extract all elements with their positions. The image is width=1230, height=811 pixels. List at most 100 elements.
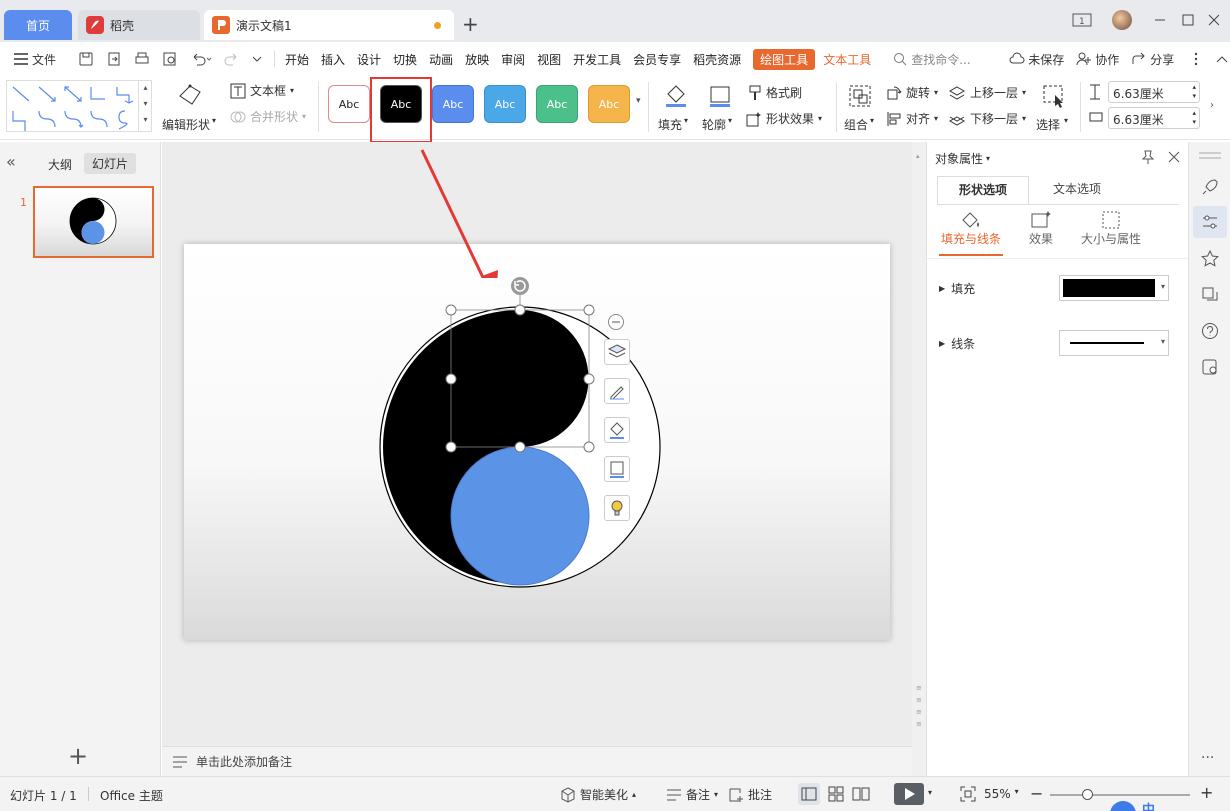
share-button[interactable]: 分享 xyxy=(1131,51,1174,68)
menu-docer-resources[interactable]: 稻壳资源 xyxy=(687,51,747,68)
slide-canvas[interactable] xyxy=(184,244,890,640)
shape-style-orange[interactable]: Abc xyxy=(588,85,630,123)
float-layers-icon[interactable] xyxy=(604,339,630,365)
menu-insert[interactable]: 插入 xyxy=(315,51,351,68)
settings-badge-icon[interactable] xyxy=(1201,358,1219,376)
play-slideshow-button[interactable] xyxy=(894,783,924,805)
comments-button[interactable]: 批注 xyxy=(728,786,772,803)
collapse-float-icon[interactable] xyxy=(608,314,624,330)
shape-style-green[interactable]: Abc xyxy=(536,85,578,123)
menu-view[interactable]: 视图 xyxy=(531,51,567,68)
reading-view-icon[interactable] xyxy=(852,786,870,802)
fill-color-picker[interactable]: ▾ xyxy=(1059,275,1169,301)
close-panel-icon[interactable] xyxy=(1167,150,1181,164)
tab-shape-options[interactable]: 形状选项 xyxy=(937,176,1029,204)
shape-style-outline-red[interactable]: Abc xyxy=(328,85,370,123)
ribbon-expand-icon[interactable]: › xyxy=(1210,100,1214,111)
menu-developer[interactable]: 开发工具 xyxy=(567,51,627,68)
zoom-slider-thumb[interactable] xyxy=(1082,789,1093,800)
theme-name[interactable]: Office 主题 xyxy=(100,787,163,804)
redo-icon[interactable] xyxy=(224,51,240,67)
shape-style-black[interactable]: Abc xyxy=(380,85,422,123)
zoom-out-button[interactable]: − xyxy=(1030,784,1043,803)
more-menu-icon[interactable] xyxy=(1194,52,1198,66)
float-pen-icon[interactable] xyxy=(604,378,630,404)
tab-docer[interactable]: 稻壳 xyxy=(78,10,200,40)
smart-beautify-button[interactable]: 智能美化 ▴ xyxy=(560,786,636,803)
avatar[interactable] xyxy=(1112,10,1132,30)
height-input[interactable]: 6.63厘米 ▴ ▾ xyxy=(1108,81,1200,103)
rotate-button[interactable]: 旋转 ▾ xyxy=(886,84,938,101)
fill-button[interactable]: 填充 ▾ xyxy=(656,80,696,136)
help-icon[interactable] xyxy=(1201,322,1219,340)
zoom-slider[interactable] xyxy=(1050,789,1190,800)
play-options-icon[interactable]: ▾ xyxy=(928,788,932,797)
send-backward-button[interactable]: 下移一层 ▾ xyxy=(948,110,1026,127)
menu-member[interactable]: 会员专享 xyxy=(627,51,687,68)
search-commands[interactable]: 查找命令... xyxy=(893,51,993,68)
outline-button[interactable]: 轮廓 ▾ xyxy=(700,80,740,136)
new-tab-button[interactable]: + xyxy=(462,12,479,36)
tab-text-options[interactable]: 文本选项 xyxy=(1031,176,1123,204)
fill-section-toggle[interactable]: ▶ 填充 xyxy=(939,280,975,297)
unsaved-button[interactable]: 未保存 xyxy=(1009,51,1064,68)
normal-view-button[interactable] xyxy=(798,783,820,805)
zoom-in-button[interactable]: + xyxy=(1200,783,1213,802)
width-input[interactable]: 6.63厘米 ▴ ▾ xyxy=(1108,107,1200,129)
tab-document[interactable]: 演示文稿1 xyxy=(204,10,454,40)
undo-icon[interactable] xyxy=(190,51,212,67)
collapse-ribbon-icon[interactable] xyxy=(1216,54,1228,64)
edit-shape-button[interactable]: 编辑形状 ▾ xyxy=(160,80,220,136)
export-icon[interactable] xyxy=(106,51,122,67)
shape-effects-button[interactable]: 形状效果 ▾ xyxy=(746,110,822,127)
line-shapes-gallery[interactable] xyxy=(6,80,152,132)
print-preview-icon[interactable] xyxy=(162,51,178,67)
window-layout-icon[interactable]: 1 xyxy=(1072,12,1092,28)
float-outline-icon[interactable] xyxy=(604,456,630,482)
slide-thumbnail[interactable] xyxy=(33,186,154,258)
sidebar-properties-active[interactable] xyxy=(1193,206,1227,238)
subtab-effects[interactable]: 效果 xyxy=(1021,210,1061,256)
text-box-button[interactable]: 文本框 ▾ xyxy=(230,82,294,99)
minimize-icon[interactable] xyxy=(1152,12,1168,28)
notes-area[interactable]: 单击此处添加备注 xyxy=(162,746,912,776)
menu-design[interactable]: 设计 xyxy=(351,51,387,68)
subtab-fill-line[interactable]: 填充与线条 xyxy=(939,210,1003,256)
close-window-icon[interactable] xyxy=(1206,12,1222,28)
print-icon[interactable] xyxy=(134,51,150,67)
blue-circle[interactable] xyxy=(450,446,590,586)
line-section-toggle[interactable]: ▶ 线条 xyxy=(939,335,975,352)
gallery-scroll[interactable]: ▴ ▾ ▾ xyxy=(138,80,152,132)
notes-toggle-button[interactable]: 备注 ▾ xyxy=(666,786,718,803)
shape-style-sky[interactable]: Abc xyxy=(484,85,526,123)
format-painter-button[interactable]: 格式刷 xyxy=(748,84,802,101)
maximize-icon[interactable] xyxy=(1180,12,1196,28)
pin-icon[interactable] xyxy=(1141,150,1155,164)
float-fill-icon[interactable] xyxy=(604,417,630,443)
save-icon[interactable] xyxy=(78,51,94,67)
file-menu[interactable]: 文件 xyxy=(0,51,70,68)
menu-start[interactable]: 开始 xyxy=(279,51,315,68)
rocket-icon[interactable] xyxy=(1201,178,1219,196)
menu-animation[interactable]: 动画 xyxy=(423,51,459,68)
zoom-level[interactable]: 55% ▾ xyxy=(984,787,1019,801)
align-button[interactable]: 对齐 ▾ xyxy=(886,110,938,127)
bring-forward-button[interactable]: 上移一层 ▾ xyxy=(948,84,1026,101)
more-quick-icon[interactable] xyxy=(252,51,262,67)
workspace-scrollbar[interactable]: ▴ ≡ ≡ ≡ ≡ xyxy=(912,142,926,776)
more-sidebar-icon[interactable]: ··· xyxy=(1201,750,1214,766)
tab-outline[interactable]: 大纲 xyxy=(48,156,72,173)
fit-window-icon[interactable] xyxy=(960,786,976,802)
sorter-view-icon[interactable] xyxy=(828,786,844,802)
float-idea-icon[interactable] xyxy=(604,495,630,521)
menu-text-tools[interactable]: 文本工具 xyxy=(823,51,871,68)
copy-icon[interactable] xyxy=(1201,286,1219,304)
tab-home[interactable]: 首页 xyxy=(4,10,72,40)
menu-review[interactable]: 审阅 xyxy=(495,51,531,68)
collapse-panel-button[interactable]: « xyxy=(6,152,16,171)
shape-style-blue[interactable]: Abc xyxy=(432,85,474,123)
tab-slides[interactable]: 幻灯片 xyxy=(84,153,137,174)
properties-title[interactable]: 对象属性 ▾ xyxy=(935,150,990,167)
menu-slideshow[interactable]: 放映 xyxy=(459,51,495,68)
group-button[interactable]: 组合 ▾ xyxy=(842,80,882,136)
